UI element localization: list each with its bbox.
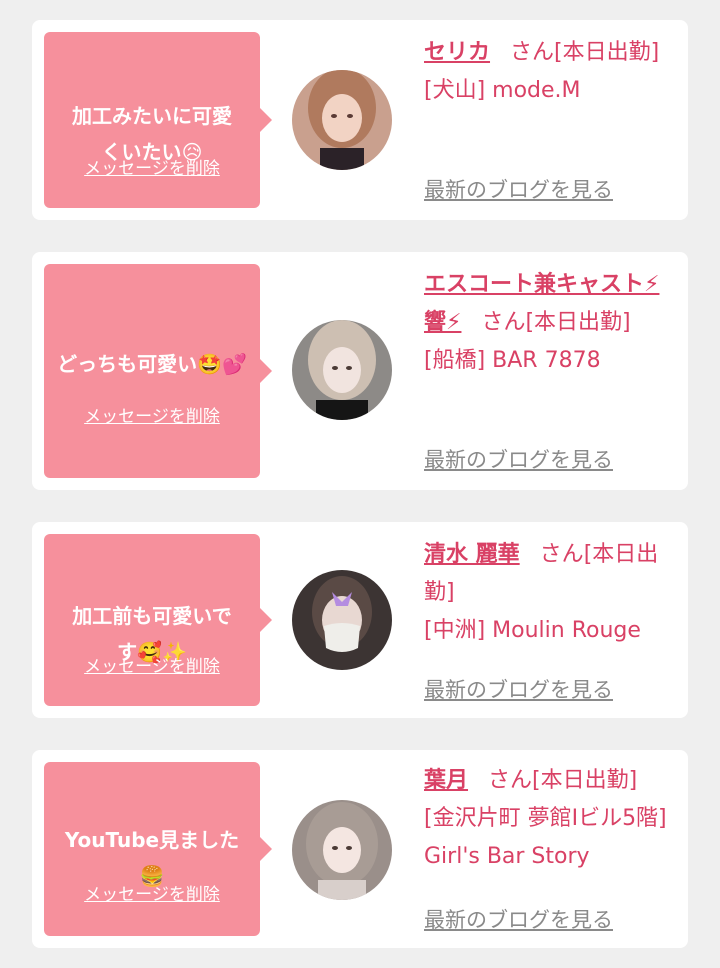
cast-info: セリカ さん[本日出勤] [犬山] mode.M xyxy=(424,34,676,110)
message-body: YouTube見ました xyxy=(64,828,240,852)
honorific: さん xyxy=(481,310,526,335)
message-card: YouTube見ました 🍔 メッセージを削除 葉月 さん[本日出勤] [金沢片町 夢… xyxy=(32,750,688,948)
message-body: どっちも可愛い xyxy=(57,352,198,376)
shop-info: [船橋] BAR 7878 xyxy=(424,348,601,373)
cast-name-link[interactable]: 葉月 xyxy=(424,768,468,793)
cast-avatar[interactable] xyxy=(292,570,392,670)
delete-message-link[interactable]: メッセージを削除 xyxy=(44,880,260,905)
shop-info: [中洲] Moulin Rouge xyxy=(424,618,641,643)
delete-message-link[interactable]: メッセージを削除 xyxy=(44,154,260,179)
latest-blog-link[interactable]: 最新のブログを見る xyxy=(424,174,613,204)
cast-name-link[interactable]: セリカ xyxy=(424,40,490,65)
honorific: さん xyxy=(488,768,533,793)
honorific: さん xyxy=(539,542,584,567)
cast-avatar[interactable] xyxy=(292,320,392,420)
message-card: 加工前も可愛いで す🥰✨ メッセージを削除 清水 麗華 さん[本日出勤] [中洲]… xyxy=(32,522,688,718)
message-text: YouTube見ました 🍔 xyxy=(54,786,250,894)
cast-info: 清水 麗華 さん[本日出勤] [中洲] Moulin Rouge xyxy=(424,536,676,650)
latest-blog-link[interactable]: 最新のブログを見る xyxy=(424,444,613,474)
message-emoji: 🤩💕 xyxy=(197,352,247,376)
cast-info: 葉月 さん[本日出勤] [金沢片町 夢館Ⅰビル5階] Girl's Bar Sto… xyxy=(424,762,676,876)
honorific: さん xyxy=(510,40,555,65)
status-text: [本日出勤] xyxy=(554,40,660,65)
shop-info: [犬山] mode.M xyxy=(424,78,581,103)
shop-info: [金沢片町 夢館Ⅰビル5階] Girl's Bar Story xyxy=(424,806,667,869)
message-card: どっちも可愛い🤩💕 メッセージを削除 エスコート兼キャスト⚡響⚡ さん[本日出勤]… xyxy=(32,252,688,490)
status-text: [本日出勤] xyxy=(532,768,638,793)
message-bubble: YouTube見ました 🍔 メッセージを削除 xyxy=(44,762,272,936)
message-list: 加工みたいに可愛 くいたい😥 メッセージを削除 セリカ さん[本日出勤] [犬山]… xyxy=(0,0,720,968)
message-bubble: 加工みたいに可愛 くいたい😥 メッセージを削除 xyxy=(44,32,272,208)
message-bubble: どっちも可愛い🤩💕 メッセージを削除 xyxy=(44,264,272,478)
delete-message-link[interactable]: メッセージを削除 xyxy=(44,402,260,427)
latest-blog-link[interactable]: 最新のブログを見る xyxy=(424,904,613,934)
delete-message-link[interactable]: メッセージを削除 xyxy=(44,652,260,677)
cast-info: エスコート兼キャスト⚡響⚡ さん[本日出勤] [船橋] BAR 7878 xyxy=(424,266,676,380)
message-text: どっちも可愛い🤩💕 xyxy=(54,310,250,382)
message-card: 加工みたいに可愛 くいたい😥 メッセージを削除 セリカ さん[本日出勤] [犬山]… xyxy=(32,20,688,220)
latest-blog-link[interactable]: 最新のブログを見る xyxy=(424,674,613,704)
message-bubble: 加工前も可愛いで す🥰✨ メッセージを削除 xyxy=(44,534,272,706)
cast-name-link[interactable]: 清水 麗華 xyxy=(424,542,520,567)
cast-avatar[interactable] xyxy=(292,70,392,170)
status-text: [本日出勤] xyxy=(525,310,631,335)
cast-avatar[interactable] xyxy=(292,800,392,900)
